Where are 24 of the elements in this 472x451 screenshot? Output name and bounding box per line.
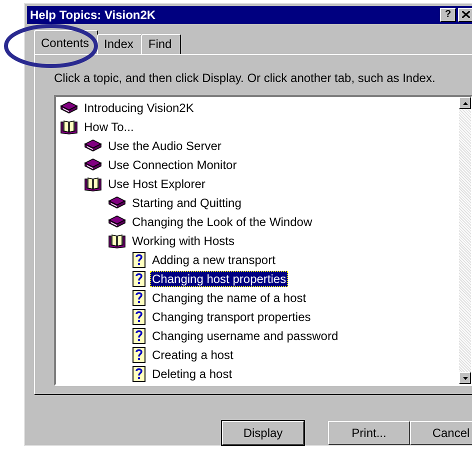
topic-item[interactable]: Changing username and password bbox=[150, 328, 340, 344]
tab[interactable]: Find bbox=[141, 34, 181, 54]
tab[interactable]: Index bbox=[97, 34, 142, 54]
instruction-text: Click a topic, and then click Display. Or click another tab, such as Index. bbox=[54, 71, 436, 86]
topic-item[interactable]: Working with Hosts bbox=[130, 232, 236, 249]
dialog-button[interactable]: Cancel bbox=[410, 421, 472, 445]
dialog-button[interactable]: Print... bbox=[328, 421, 410, 445]
tab[interactable]: Contents bbox=[34, 30, 98, 54]
topic-item[interactable]: Changing the Look of the Window bbox=[130, 214, 314, 230]
window-title: Help Topics: Vision2K bbox=[30, 8, 157, 22]
topic-item[interactable]: Changing host properties bbox=[150, 270, 288, 287]
topic-item[interactable]: Changing the name of a host bbox=[150, 290, 308, 306]
topic-item[interactable]: How To... bbox=[82, 118, 136, 135]
topic-item[interactable]: Use Host Explorer bbox=[106, 176, 208, 192]
topic-item[interactable]: Changing transport properties bbox=[150, 308, 313, 325]
topic-item[interactable]: Use Connection Monitor bbox=[106, 156, 239, 173]
topic-item[interactable]: Creating a host bbox=[150, 346, 236, 363]
topic-item[interactable]: Adding a new transport bbox=[150, 252, 278, 268]
topic-item[interactable]: Use the Audio Server bbox=[106, 138, 224, 154]
help-button[interactable]: ? bbox=[440, 8, 456, 22]
dialog-button[interactable]: Display bbox=[222, 421, 304, 445]
topic-item[interactable]: Introducing Vision2K bbox=[82, 100, 196, 116]
topic-item[interactable]: Starting and Quitting bbox=[130, 194, 244, 211]
topic-item[interactable]: Deleting a host bbox=[150, 366, 234, 382]
